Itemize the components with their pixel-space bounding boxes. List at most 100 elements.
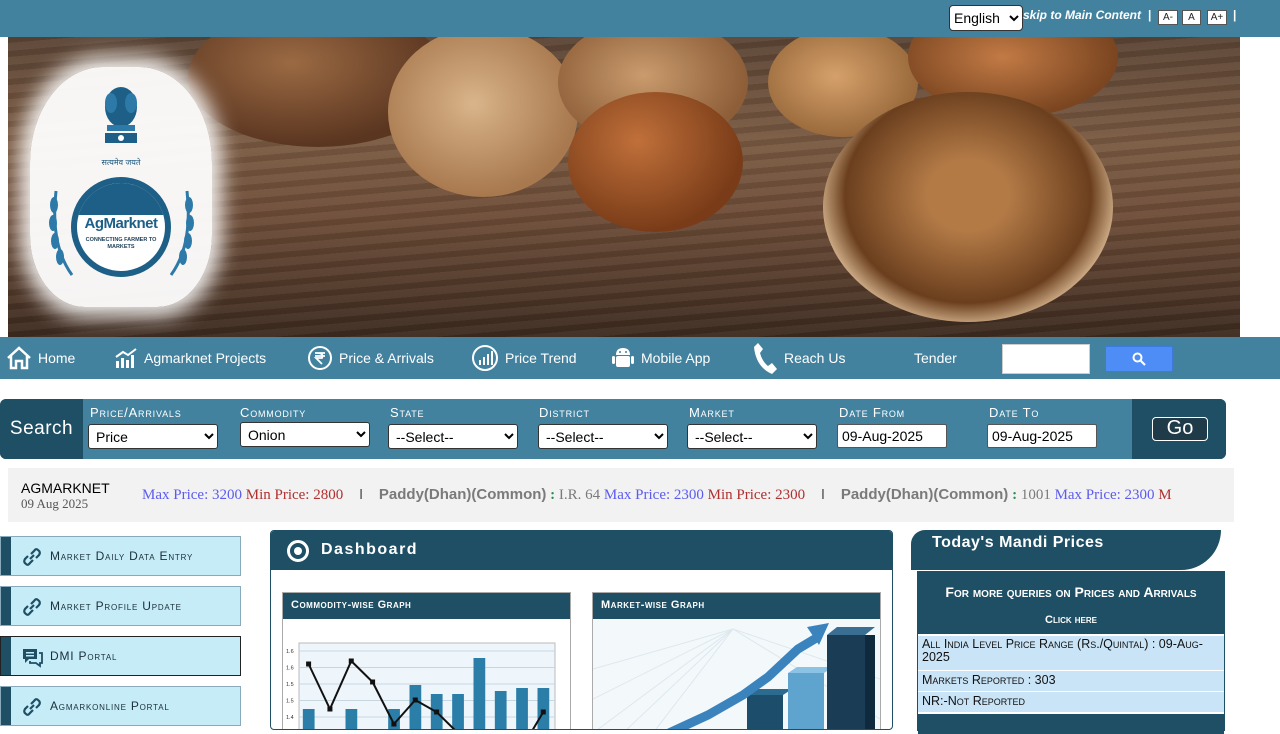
- nav-mobile-app[interactable]: Mobile App: [611, 337, 710, 379]
- mandi-nr-note: NR:-Not Reported: [918, 691, 1224, 712]
- commodity-graph-title: Commodity-wise Graph: [283, 593, 570, 619]
- sidebar-link-label: Market Daily Data Entry: [50, 549, 194, 563]
- nav-price-arrivals[interactable]: Price & Arrivals: [307, 337, 434, 379]
- search-icon: [1132, 352, 1146, 366]
- trend-point: [540, 709, 546, 715]
- dashboard-title: Dashboard: [321, 541, 419, 558]
- y-tick-label: 1.6: [286, 649, 294, 655]
- nav-label: Price & Arrivals: [339, 350, 434, 366]
- sidebar-link-dmi-portal[interactable]: DMI Portal: [0, 636, 241, 676]
- commodity-graph-chart: 1.6 1.6 1.5 1.5 1.4: [283, 619, 570, 729]
- link-icon: [23, 598, 41, 616]
- mandi-table-header: [918, 714, 1224, 734]
- nav-label: Mobile App: [641, 350, 711, 366]
- ticker-variety: I.R. 64: [558, 487, 601, 503]
- commodity-select[interactable]: Onion: [240, 422, 370, 447]
- chat-icon: [23, 649, 43, 668]
- emblem-caption: सत्यमेव जयते: [101, 158, 141, 167]
- rupee-icon: [308, 346, 332, 370]
- nav-label: Agmarknet Projects: [144, 350, 267, 366]
- mandi-body: For more queries on Prices and Arrivals …: [917, 571, 1225, 734]
- commodity-graph-panel[interactable]: Commodity-wise Graph 1.6 1.6 1.5 1.5 1.4: [282, 592, 571, 729]
- nav-label: Tender: [914, 350, 957, 366]
- market-graph-panel[interactable]: Market-wise Graph: [592, 592, 881, 729]
- dashboard-panel: Dashboard Commodity-wise Graph 1.6 1.6 1.5…: [270, 530, 893, 730]
- market-graph-title: Market-wise Graph: [593, 593, 880, 619]
- ticker-variety: 1001: [1020, 487, 1051, 503]
- nav-label: Price Trend: [505, 350, 577, 366]
- y-tick-label: 1.4: [286, 715, 294, 721]
- android-icon: [612, 348, 634, 367]
- y-tick-label: 1.5: [286, 682, 294, 688]
- bar: [537, 688, 550, 729]
- home-icon: [7, 346, 31, 370]
- price-arrivals-label: Price/Arrivals: [90, 405, 182, 420]
- ticker-commodity: Paddy(Dhan)(Common): [378, 486, 547, 503]
- market-growth-illustration: [593, 619, 880, 729]
- ticker-separator: I: [820, 486, 826, 503]
- site-search-input[interactable]: [1002, 344, 1090, 374]
- ticker-colon: :: [550, 487, 556, 503]
- nav-price-trend[interactable]: Price Trend: [471, 337, 577, 379]
- mandi-click-here-link[interactable]: Click here: [918, 614, 1224, 626]
- sidebar-link-agmarkonline-portal[interactable]: Agmarkonline Portal: [0, 686, 241, 726]
- nav-tender[interactable]: Tender: [914, 337, 957, 379]
- mandi-header: Today's Mandi Prices: [911, 530, 1221, 570]
- district-select[interactable]: --Select--: [538, 424, 668, 449]
- font-decrease-button[interactable]: A-: [1158, 10, 1178, 25]
- nav-label: Home: [38, 350, 76, 366]
- nav-home[interactable]: Home: [6, 337, 75, 379]
- font-increase-button[interactable]: A+: [1207, 10, 1227, 25]
- go-button[interactable]: Go: [1152, 417, 1208, 441]
- mandi-prices-panel: Today's Mandi Prices For more queries on…: [911, 530, 1227, 734]
- mandi-markets-reported: Markets Reported : 303: [918, 670, 1224, 691]
- mandi-query-box: For more queries on Prices and Arrivals …: [918, 572, 1224, 634]
- market-select[interactable]: --Select--: [687, 424, 817, 449]
- mandi-query-text: For more queries on Prices and Arrivals: [945, 584, 1197, 600]
- go-area: Go: [1132, 399, 1226, 459]
- link-icon: [23, 548, 41, 566]
- trend-point: [412, 697, 418, 703]
- skip-to-main-content-link[interactable]: skip to Main Content: [1023, 8, 1141, 22]
- nav-agmarknet-projects[interactable]: Agmarknet Projects: [114, 337, 266, 379]
- ticker-separator: I: [358, 486, 364, 503]
- price-arrivals-select[interactable]: Price: [88, 424, 218, 449]
- dashboard-header: Dashboard: [271, 531, 892, 570]
- site-search-button[interactable]: [1105, 346, 1173, 372]
- chart-up-icon: [115, 348, 137, 368]
- nav-reach-us[interactable]: Reach Us: [752, 337, 845, 379]
- ticker-max-price: Max Price: 2300: [1054, 487, 1155, 503]
- sidebar-link-market-profile-update[interactable]: Market Profile Update: [0, 586, 241, 626]
- phone-icon: [754, 343, 777, 374]
- link-icon: [23, 698, 41, 716]
- date-to-input[interactable]: [987, 424, 1097, 448]
- ticker-org: AGMARKNET: [21, 480, 110, 496]
- sidebar-link-market-daily-data-entry[interactable]: Market Daily Data Entry: [0, 536, 241, 576]
- ticker-track: Max Price: 3200 Min Price: 2800 I Paddy(…: [142, 486, 1222, 506]
- price-ticker: AGMARKNET 09 Aug 2025 Max Price: 3200 Mi…: [8, 468, 1234, 522]
- bar: [409, 685, 422, 729]
- date-from-input[interactable]: [837, 424, 947, 448]
- ticker-min-price: M: [1158, 487, 1172, 503]
- sidebar-link-label: Market Profile Update: [50, 599, 182, 613]
- trend-point: [327, 706, 333, 712]
- y-tick-label: 1.5: [286, 699, 294, 705]
- trend-point: [434, 709, 440, 715]
- signal-icon: [472, 345, 498, 371]
- district-label: District: [539, 405, 590, 420]
- trend-point: [348, 658, 354, 664]
- ticker-min-price: Min Price: 2800: [245, 487, 344, 503]
- y-tick-label: 1.6: [286, 666, 294, 672]
- logo-tagline: CONNECTING FARMER TO MARKETS: [85, 237, 157, 250]
- ticker-colon: :: [1012, 487, 1018, 503]
- language-select[interactable]: English: [949, 5, 1023, 31]
- trend-point: [370, 679, 376, 685]
- state-select[interactable]: --Select--: [388, 424, 518, 449]
- ticker-min-price: Min Price: 2300: [707, 487, 806, 503]
- agmarknet-logo: सत्यमेव जयते AgMarknet CONNECTING FARMER…: [30, 67, 212, 307]
- ticker-max-price: Max Price: 3200: [142, 487, 242, 503]
- font-normal-button[interactable]: A: [1182, 10, 1201, 25]
- separator: |: [1148, 8, 1152, 22]
- date-to-label: Date To: [989, 405, 1040, 420]
- bar: [516, 688, 528, 729]
